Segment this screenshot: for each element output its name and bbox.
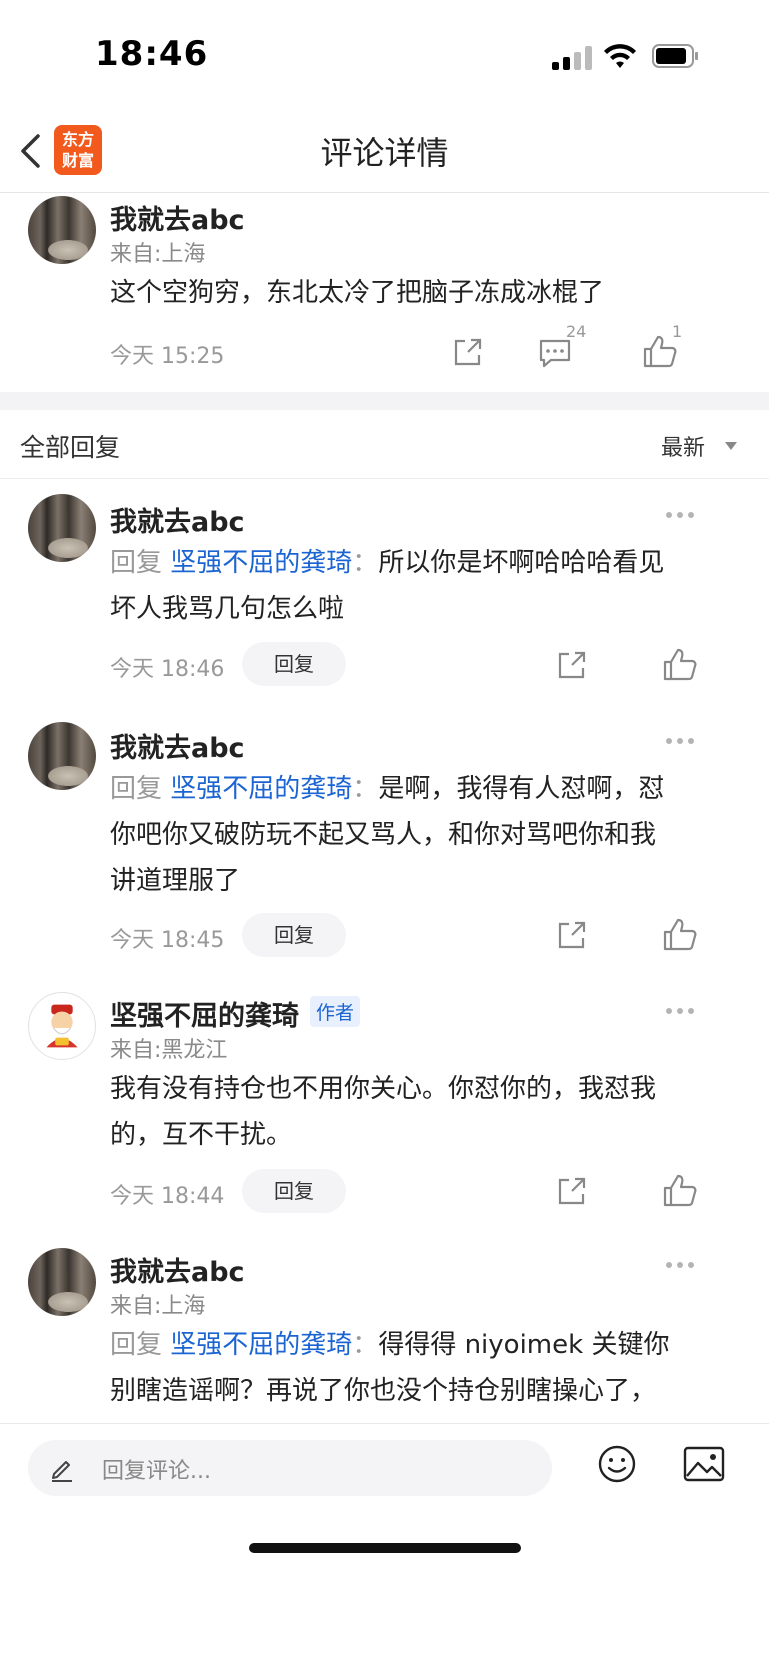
reply-time: 今天 18:45 [110,928,225,953]
like-icon[interactable] [660,1171,700,1211]
more-options-icon[interactable] [666,734,702,748]
share-icon[interactable] [552,915,592,955]
comment-time: 今天 15:25 [110,344,225,369]
signal-icon [552,46,594,70]
replies-header: 全部回复 最新 [0,410,769,479]
user-name[interactable]: 我就去abc [110,1250,245,1289]
share-icon[interactable] [552,645,592,685]
user-name[interactable]: 我就去abc [110,198,245,237]
reply-time: 今天 18:44 [110,1184,225,1209]
author-badge: 作者 [310,996,361,1027]
home-indicator [249,1543,521,1553]
page-title: 评论详情 [320,134,449,172]
reply-text: 讲道理服了 [110,866,241,896]
user-name[interactable]: 我就去abc [110,500,245,539]
sort-dropdown[interactable]: 最新 [661,430,705,462]
share-icon[interactable] [448,332,488,372]
reply-text: 回复 坚强不屈的龚琦：是啊，我得有人怼啊，怼 [110,774,665,804]
reply-text: 的，互不干扰。 [110,1120,293,1150]
mention-link[interactable]: 坚强不屈的龚琦 [170,1330,352,1360]
share-icon[interactable] [552,1171,592,1211]
reply-text: 回复 坚强不屈的龚琦：得得得 niyoimek 关键你 [110,1330,670,1360]
input-placeholder: 回复评论... [102,1459,211,1484]
nav-bar: 东方 财富 评论详情 [0,110,769,193]
reply-button[interactable]: 回复 [242,642,346,686]
status-time: 18:46 [95,34,209,74]
avatar[interactable] [28,196,96,264]
status-bar: 18:46 [0,0,769,110]
user-location: 来自:上海 [110,242,206,267]
pencil-icon [52,1461,72,1482]
battery-icon [652,44,698,68]
more-options-icon[interactable] [666,1258,702,1272]
mention-link[interactable]: 坚强不屈的龚琦 [170,548,352,578]
reply-button[interactable]: 回复 [242,1169,346,1213]
user-name[interactable]: 我就去abc [110,726,245,765]
reply-text: 别瞎造谣啊？再说了你也没个持仓别瞎操心了， [110,1376,657,1406]
comment-count: 24 [566,322,587,341]
reply-text: 坏人我骂几句怎么啦 [110,594,345,624]
avatar[interactable] [28,1248,96,1316]
comment-text: 这个空狗穷，东北太冷了把脑子冻成冰棍了 [110,278,605,308]
emoji-icon[interactable] [597,1444,637,1484]
reply-button[interactable]: 回复 [242,913,346,957]
avatar[interactable] [28,722,96,790]
section-divider [0,392,769,410]
mention-link[interactable]: 坚强不屈的龚琦 [170,774,352,804]
more-options-icon[interactable] [666,508,702,522]
reply-time: 今天 18:46 [110,657,225,682]
image-icon[interactable] [683,1446,725,1482]
like-count: 1 [672,322,683,341]
user-location: 来自:上海 [110,1294,206,1319]
like-icon[interactable] [660,915,700,955]
replies-title: 全部回复 [20,433,121,462]
avatar[interactable] [28,494,96,562]
caret-down-icon[interactable] [725,442,737,450]
reply-input[interactable]: 回复评论... [28,1440,552,1496]
wifi-icon [604,44,636,68]
reply-text: 我有没有持仓也不用你关心。你怼你的，我怼我 [110,1074,657,1104]
user-name[interactable]: 坚强不屈的龚琦 [110,994,299,1033]
reply-text: 回复 坚强不屈的龚琦：所以你是坏啊哈哈哈看见 [110,548,665,578]
more-options-icon[interactable] [666,1004,702,1018]
user-location: 来自:黑龙江 [110,1038,228,1063]
like-icon[interactable] [660,645,700,685]
reply-text: 你吧你又破防玩不起又骂人，和你对骂吧你和我 [110,820,657,850]
avatar[interactable] [28,992,96,1060]
